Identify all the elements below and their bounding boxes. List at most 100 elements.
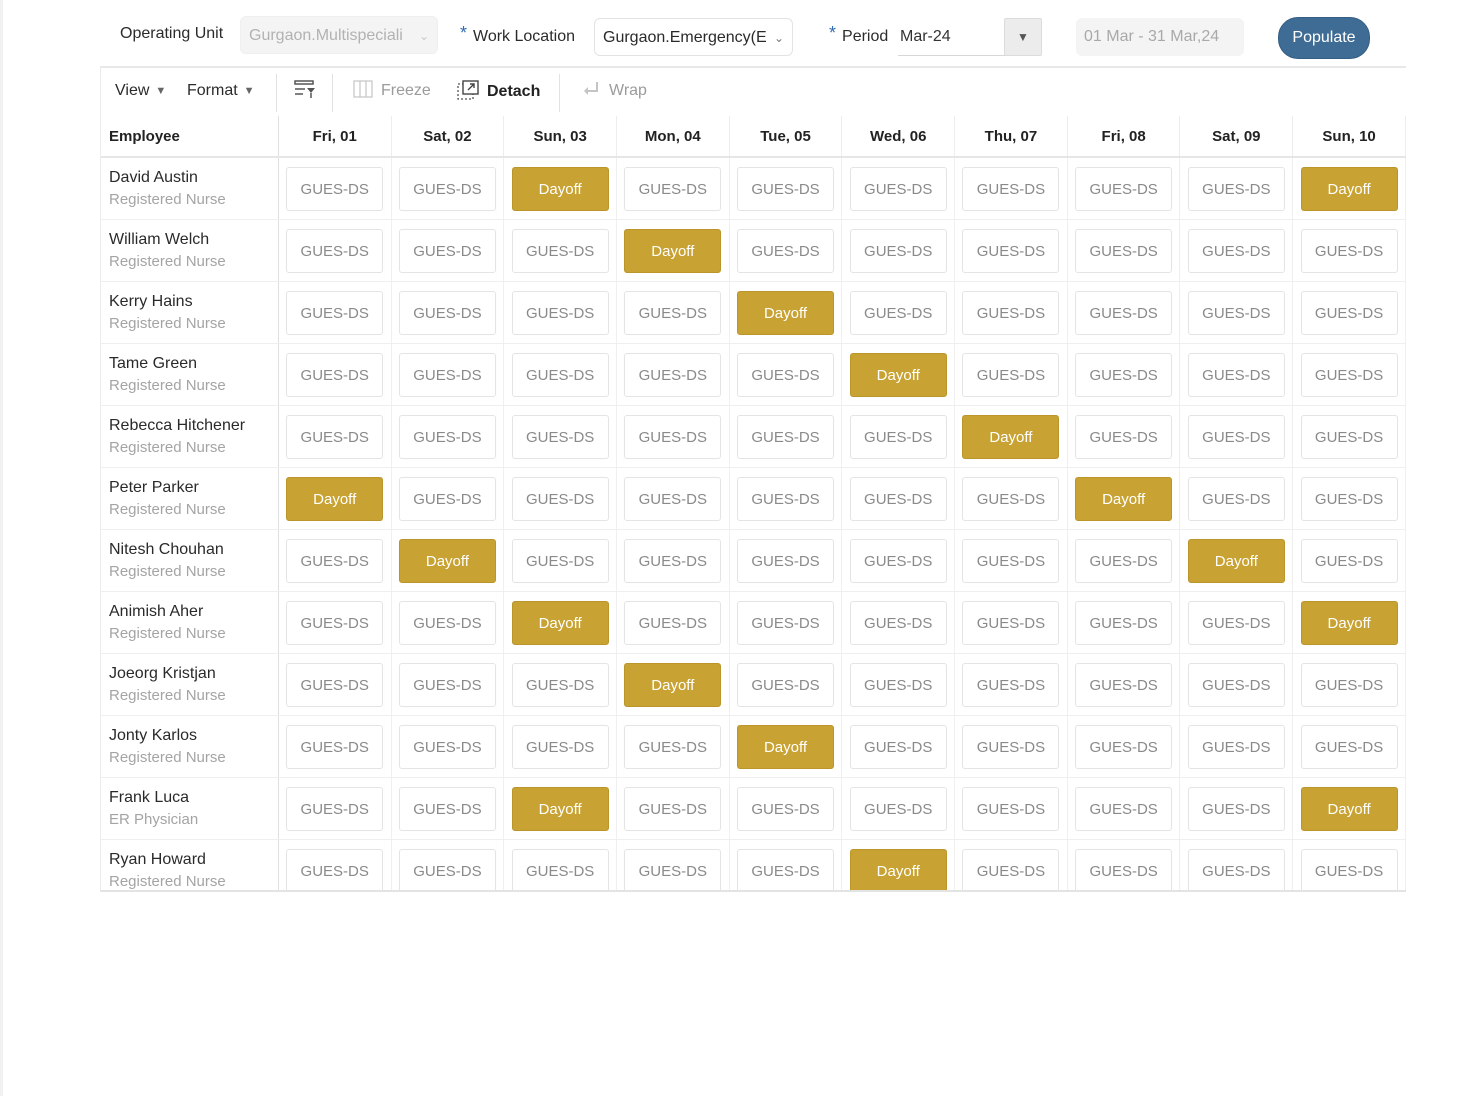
shift-chip[interactable]: GUES-DS [737,848,835,890]
shift-chip[interactable]: GUES-DS [1300,414,1398,459]
shift-chip[interactable]: GUES-DS [286,166,384,211]
format-menu[interactable]: Format ▼ [187,82,255,100]
shift-chip[interactable]: GUES-DS [1300,662,1398,707]
dayoff-chip[interactable]: Dayoff [398,538,496,583]
day-column-header[interactable]: Tue, 05 [729,116,843,158]
shift-chip[interactable]: GUES-DS [511,228,609,273]
shift-chip[interactable]: GUES-DS [962,166,1060,211]
shift-chip[interactable]: GUES-DS [286,600,384,645]
shift-chip[interactable]: GUES-DS [1187,848,1285,890]
shift-chip[interactable]: GUES-DS [1300,724,1398,769]
shift-chip[interactable]: GUES-DS [624,786,722,831]
shift-chip[interactable]: GUES-DS [1075,724,1173,769]
dayoff-chip[interactable]: Dayoff [737,724,835,769]
dayoff-chip[interactable]: Dayoff [511,600,609,645]
shift-chip[interactable]: GUES-DS [962,662,1060,707]
work-location-select[interactable]: Gurgaon.Emergency(E ⌄ [594,18,793,56]
shift-chip[interactable]: GUES-DS [962,786,1060,831]
shift-chip[interactable]: GUES-DS [962,538,1060,583]
day-column-header[interactable]: Sat, 09 [1179,116,1294,158]
period-dropdown-button[interactable]: ▼ [1004,18,1042,56]
shift-chip[interactable]: GUES-DS [737,476,835,521]
shift-chip[interactable]: GUES-DS [286,786,384,831]
dayoff-chip[interactable]: Dayoff [286,476,384,521]
shift-chip[interactable]: GUES-DS [1075,786,1173,831]
shift-chip[interactable]: GUES-DS [398,352,496,397]
shift-chip[interactable]: GUES-DS [1075,600,1173,645]
day-column-header[interactable]: Sun, 03 [503,116,617,158]
shift-chip[interactable]: GUES-DS [286,414,384,459]
day-column-header[interactable]: Sat, 02 [391,116,505,158]
shift-chip[interactable]: GUES-DS [624,166,722,211]
dayoff-chip[interactable]: Dayoff [1300,786,1398,831]
dayoff-chip[interactable]: Dayoff [737,290,835,335]
shift-chip[interactable]: GUES-DS [398,786,496,831]
dayoff-chip[interactable]: Dayoff [1300,166,1398,211]
shift-chip[interactable]: GUES-DS [286,662,384,707]
shift-chip[interactable]: GUES-DS [1187,228,1285,273]
shift-chip[interactable]: GUES-DS [1187,786,1285,831]
shift-chip[interactable]: GUES-DS [624,352,722,397]
view-menu[interactable]: View ▼ [115,82,166,100]
shift-chip[interactable]: GUES-DS [962,600,1060,645]
shift-chip[interactable]: GUES-DS [398,414,496,459]
day-column-header[interactable]: Fri, 01 [278,116,392,158]
shift-chip[interactable]: GUES-DS [737,352,835,397]
freeze-button[interactable]: Freeze [353,80,431,100]
shift-chip[interactable]: GUES-DS [849,414,947,459]
shift-chip[interactable]: GUES-DS [849,600,947,645]
shift-chip[interactable]: GUES-DS [624,600,722,645]
dayoff-chip[interactable]: Dayoff [624,662,722,707]
shift-chip[interactable]: GUES-DS [1300,290,1398,335]
shift-chip[interactable]: GUES-DS [286,538,384,583]
shift-chip[interactable]: GUES-DS [511,414,609,459]
shift-chip[interactable]: GUES-DS [1075,290,1173,335]
day-column-header[interactable]: Mon, 04 [616,116,730,158]
shift-chip[interactable]: GUES-DS [1075,662,1173,707]
dayoff-chip[interactable]: Dayoff [624,228,722,273]
shift-chip[interactable]: GUES-DS [849,166,947,211]
shift-chip[interactable]: GUES-DS [1300,538,1398,583]
shift-chip[interactable]: GUES-DS [511,476,609,521]
dayoff-chip[interactable]: Dayoff [511,786,609,831]
shift-chip[interactable]: GUES-DS [511,724,609,769]
shift-chip[interactable]: GUES-DS [286,724,384,769]
shift-chip[interactable]: GUES-DS [511,662,609,707]
shift-chip[interactable]: GUES-DS [511,290,609,335]
shift-chip[interactable]: GUES-DS [849,786,947,831]
shift-chip[interactable]: GUES-DS [962,352,1060,397]
shift-chip[interactable]: GUES-DS [849,290,947,335]
shift-chip[interactable]: GUES-DS [1187,414,1285,459]
shift-chip[interactable]: GUES-DS [737,166,835,211]
shift-chip[interactable]: GUES-DS [1187,166,1285,211]
dayoff-chip[interactable]: Dayoff [1300,600,1398,645]
shift-chip[interactable]: GUES-DS [737,600,835,645]
shift-chip[interactable]: GUES-DS [624,724,722,769]
shift-chip[interactable]: GUES-DS [1187,476,1285,521]
shift-chip[interactable]: GUES-DS [962,228,1060,273]
day-column-header[interactable]: Wed, 06 [841,116,956,158]
shift-chip[interactable]: GUES-DS [962,724,1060,769]
shift-chip[interactable]: GUES-DS [1075,848,1173,890]
day-column-header[interactable]: Fri, 08 [1067,116,1181,158]
shift-chip[interactable]: GUES-DS [624,414,722,459]
day-column-header[interactable]: Sun, 10 [1292,116,1406,158]
column-settings-button[interactable] [293,80,325,102]
day-column-header[interactable]: Thu, 07 [954,116,1068,158]
shift-chip[interactable]: GUES-DS [624,538,722,583]
shift-chip[interactable]: GUES-DS [624,848,722,890]
shift-chip[interactable]: GUES-DS [1300,848,1398,890]
shift-chip[interactable]: GUES-DS [737,662,835,707]
shift-chip[interactable]: GUES-DS [1075,166,1173,211]
shift-chip[interactable]: GUES-DS [962,290,1060,335]
shift-chip[interactable]: GUES-DS [398,166,496,211]
shift-chip[interactable]: GUES-DS [1300,228,1398,273]
shift-chip[interactable]: GUES-DS [1187,600,1285,645]
shift-chip[interactable]: GUES-DS [398,848,496,890]
shift-chip[interactable]: GUES-DS [737,538,835,583]
shift-chip[interactable]: GUES-DS [737,414,835,459]
shift-chip[interactable]: GUES-DS [962,848,1060,890]
shift-chip[interactable]: GUES-DS [398,476,496,521]
shift-chip[interactable]: GUES-DS [737,228,835,273]
shift-chip[interactable]: GUES-DS [1187,290,1285,335]
